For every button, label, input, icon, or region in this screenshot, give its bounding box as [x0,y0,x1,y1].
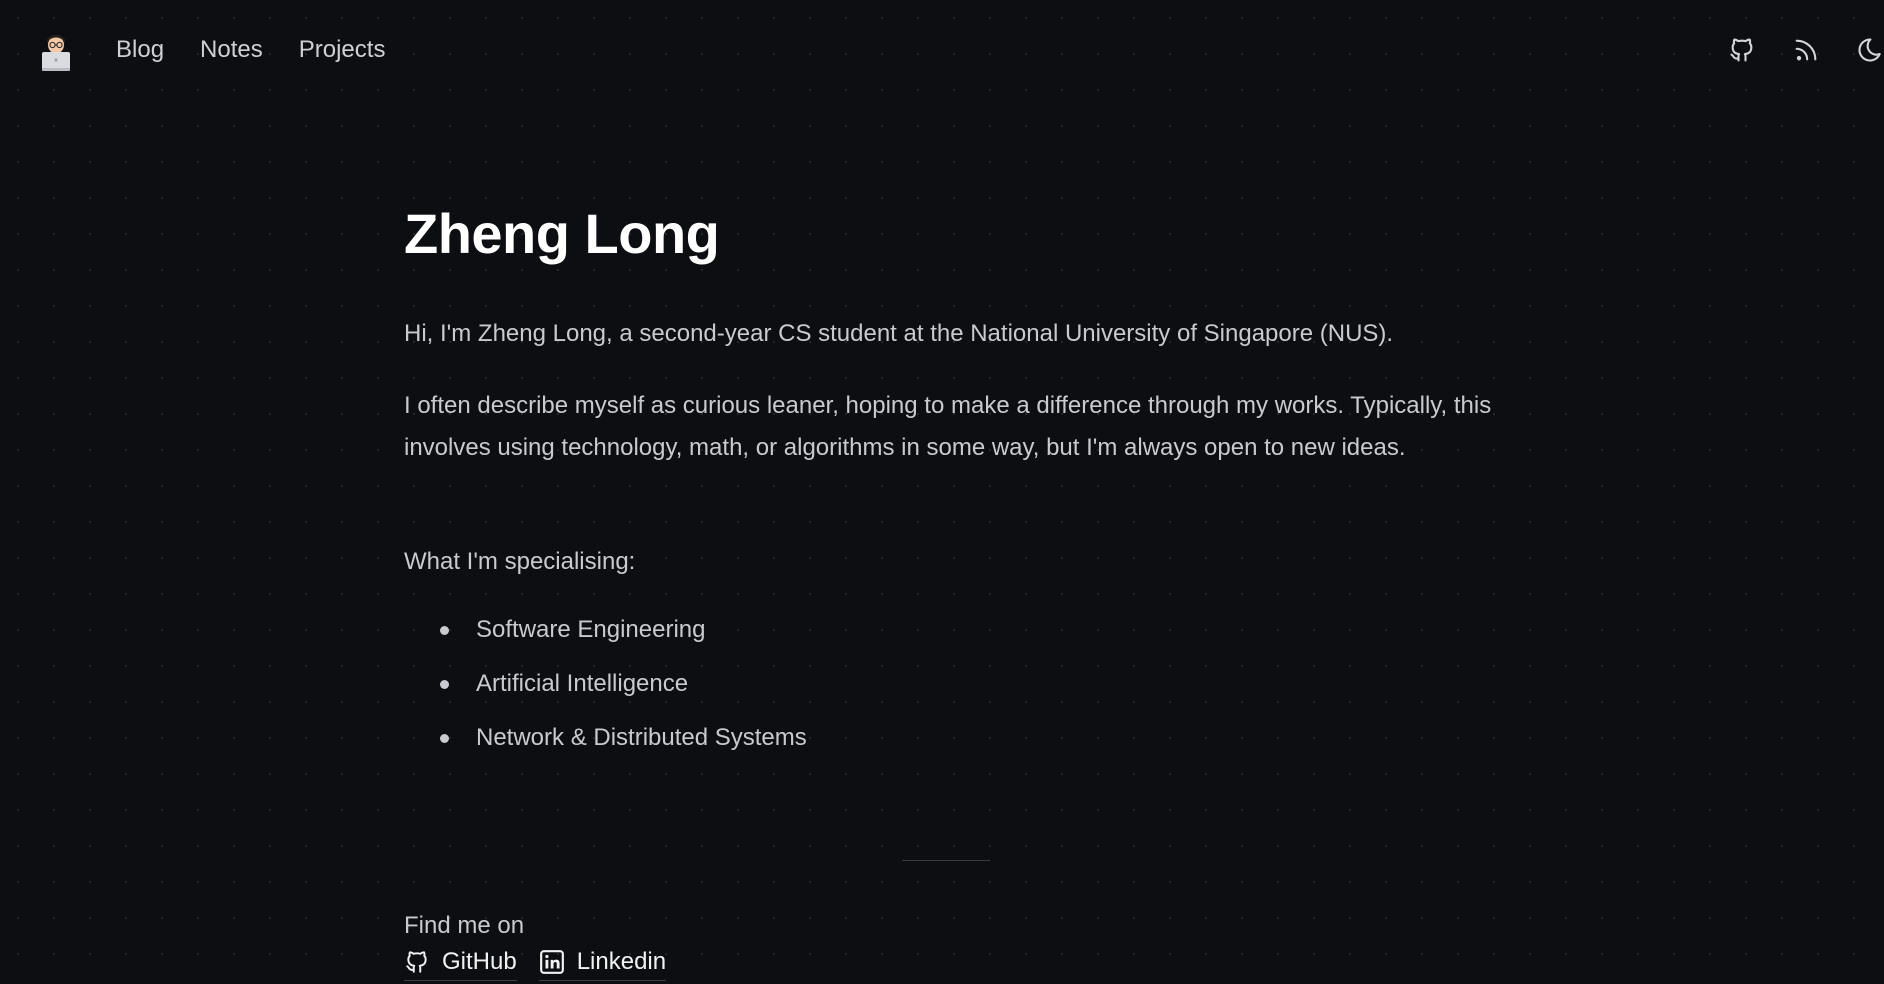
page-title: Zheng Long [404,202,720,265]
list-item: Network & Distributed Systems [404,717,807,771]
github-link[interactable]: GitHub [404,946,517,981]
moon-icon[interactable] [1856,36,1884,64]
bullet-icon [440,734,449,743]
linkedin-link[interactable]: Linkedin [538,946,667,981]
specialising-heading: What I'm specialising: [404,548,636,575]
list-item-label: Network & Distributed Systems [476,724,807,751]
social-links: GitHub Linkedin [404,946,667,981]
header-actions [1692,36,1884,64]
find-me-label: Find me on [404,912,525,939]
rss-icon[interactable] [1792,36,1820,64]
list-item: Software Engineering [404,609,807,663]
section-divider [902,860,990,861]
main-nav: Blog Notes Projects [116,34,385,66]
main-content: Zheng Long Hi, I'm Zheng Long, a second-… [404,200,1494,981]
intro-paragraph: Hi, I'm Zheng Long, a second-year CS stu… [404,320,1394,347]
list-item-label: Artificial Intelligence [476,670,689,697]
linkedin-link-label: Linkedin [576,948,667,975]
memoji-avatar-icon[interactable] [38,32,74,72]
list-item: Artificial Intelligence [404,663,807,717]
description-paragraph: I often describe myself as curious leane… [404,392,1492,461]
list-item-label: Software Engineering [476,616,706,643]
bullet-icon [440,626,449,635]
github-link-label: GitHub [442,948,517,975]
github-icon[interactable] [1728,36,1756,64]
site-header: Blog Notes Projects [0,0,1884,100]
github-icon [406,951,427,973]
nav-link-blog[interactable]: Blog [116,34,164,66]
bullet-icon [440,680,449,689]
linkedin-icon [539,950,564,974]
specialisations-list: Software Engineering Artificial Intellig… [404,609,807,771]
nav-link-projects[interactable]: Projects [299,34,386,66]
nav-link-notes[interactable]: Notes [200,34,263,66]
